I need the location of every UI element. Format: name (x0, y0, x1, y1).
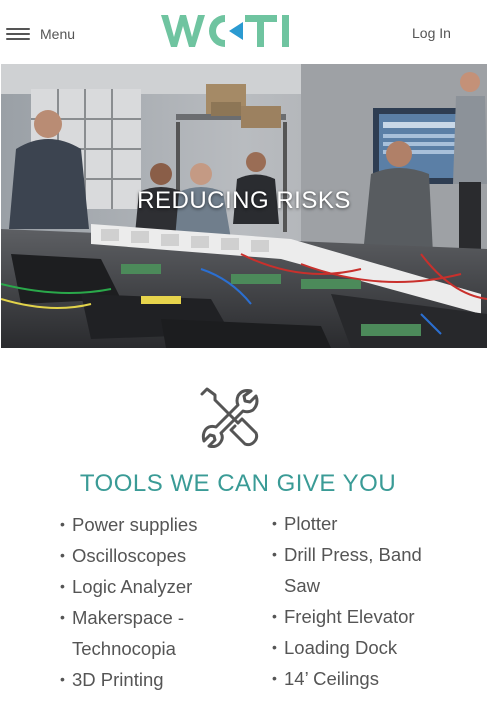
list-item: Logic Analyzer (60, 571, 260, 602)
list-item: 14’ Ceilings (272, 663, 462, 694)
login-link[interactable]: Log In (412, 25, 451, 41)
menu-label: Menu (40, 26, 76, 42)
list-item: Makerspace - Technocopia (60, 602, 210, 664)
list-item: 3D Printing (60, 664, 260, 695)
wrench-screwdriver-icon (198, 386, 260, 449)
hamburger-icon (6, 27, 30, 41)
tools-list-left: Power supplies Oscilloscopes Logic Analy… (60, 509, 260, 695)
wcti-logo[interactable] (159, 12, 297, 50)
list-item: Oscilloscopes (60, 540, 260, 571)
tools-list-right: Plotter Drill Press, Band Saw Freight El… (272, 508, 462, 694)
list-item: Freight Elevator (272, 601, 462, 632)
list-item: Drill Press, Band Saw (272, 539, 447, 601)
menu-button[interactable]: Menu (6, 22, 75, 46)
tools-heading: TOOLS WE CAN GIVE YOU (79, 470, 397, 497)
list-item: Plotter (272, 508, 462, 539)
site-header: Menu Log In (0, 0, 488, 64)
list-item: Power supplies (60, 509, 260, 540)
hero-banner: REDUCING RISKS (1, 64, 487, 348)
list-item: Loading Dock (272, 632, 462, 663)
hero-title: REDUCING RISKS (137, 187, 351, 214)
